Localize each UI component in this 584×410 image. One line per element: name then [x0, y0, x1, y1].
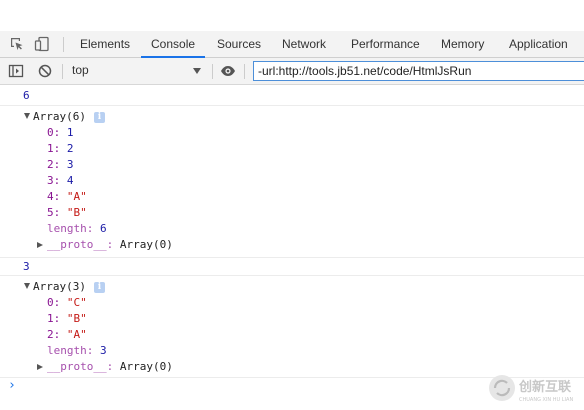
proto-row[interactable]: __proto__: Array(0): [37, 359, 173, 375]
array-length: length: 3: [47, 343, 107, 359]
log-value: 3: [23, 260, 30, 273]
tab-memory[interactable]: Memory: [441, 31, 484, 57]
array-item: 4: "A": [47, 189, 87, 205]
log-value: 6: [23, 89, 30, 102]
length-value: 3: [99, 344, 107, 357]
length-key: length:: [47, 344, 94, 357]
toolbar-divider: [62, 64, 63, 79]
array-item: 1: "B": [47, 311, 87, 327]
tab-application[interactable]: Application: [509, 31, 568, 57]
item-value: 3: [66, 158, 74, 171]
array-summary[interactable]: Array(6) i: [24, 109, 105, 125]
tab-performance[interactable]: Performance: [351, 31, 420, 57]
proto-key: __proto__:: [47, 360, 114, 373]
console-message: 3: [0, 258, 584, 276]
item-value: 1: [66, 126, 74, 139]
array-item: 2: 3: [47, 157, 74, 173]
tab-sources[interactable]: Sources: [217, 31, 261, 57]
console-prompt[interactable]: ›: [8, 378, 16, 393]
info-icon[interactable]: i: [93, 112, 105, 123]
filter-input[interactable]: -url:http://tools.jb51.net/code/HtmlJsRu…: [253, 61, 584, 81]
array-item: 2: "A": [47, 327, 87, 343]
item-key: 4:: [47, 190, 61, 203]
chevron-down-icon[interactable]: [193, 68, 201, 74]
watermark-brand: 创新互联: [518, 379, 571, 395]
console-message: Array(3) i 0: "C" 1: "B" 2: "A" length: 3…: [0, 276, 584, 378]
item-value: "A": [66, 328, 87, 341]
array-item: 0: 1: [47, 125, 74, 141]
device-toolbar-icon[interactable]: [34, 36, 50, 52]
array-item: 3: 4: [47, 173, 74, 189]
item-value: "B": [66, 312, 87, 325]
devtools-tabbar: Elements Console Sources Network Perform…: [0, 31, 584, 58]
item-key: 5:: [47, 206, 61, 219]
toolbar-divider: [212, 64, 213, 79]
eye-icon[interactable]: [220, 63, 236, 79]
array-item: 0: "C": [47, 295, 87, 311]
tab-elements[interactable]: Elements: [80, 31, 130, 57]
toolbar-divider: [244, 64, 245, 79]
proto-value: Array(0): [119, 238, 173, 251]
toolbar-divider: [63, 37, 64, 52]
expand-arrow-icon[interactable]: [37, 364, 43, 370]
tab-console[interactable]: Console: [140, 31, 206, 58]
item-value: "A": [66, 190, 87, 203]
tab-network[interactable]: Network: [282, 31, 326, 57]
item-value: "B": [66, 206, 87, 219]
array-length: length: 6: [47, 221, 107, 237]
console-message: 6: [0, 86, 584, 106]
item-key: 1:: [47, 142, 61, 155]
console-output: 6 Array(6) i 0: 1 1: 2 2: 3 3: 4 4: "A" 5…: [0, 86, 584, 410]
item-key: 2:: [47, 328, 61, 341]
console-toolbar: top -url:http://tools.jb51.net/code/Html…: [0, 58, 584, 85]
info-icon[interactable]: i: [93, 282, 105, 293]
length-value: 6: [99, 222, 107, 235]
item-value: 2: [66, 142, 74, 155]
array-label: Array(3): [33, 280, 86, 293]
item-key: 2:: [47, 158, 61, 171]
watermark-sub: CHUANG XIN HU LIAN: [519, 397, 573, 403]
expand-arrow-icon[interactable]: [24, 283, 30, 289]
expand-arrow-icon[interactable]: [37, 242, 43, 248]
blank-header: [0, 0, 584, 31]
item-value: "C": [66, 296, 87, 309]
expand-arrow-icon[interactable]: [24, 113, 30, 119]
watermark-logo: 创新互联 CHUANG XIN HU LIAN: [486, 370, 584, 406]
proto-key: __proto__:: [47, 238, 114, 251]
array-item: 1: 2: [47, 141, 74, 157]
console-message: Array(6) i 0: 1 1: 2 2: 3 3: 4 4: "A" 5: …: [0, 106, 584, 258]
item-key: 1:: [47, 312, 61, 325]
array-item: 5: "B": [47, 205, 87, 221]
array-summary[interactable]: Array(3) i: [24, 279, 105, 295]
clear-console-icon[interactable]: [37, 63, 53, 79]
item-value: 4: [66, 174, 74, 187]
proto-value: Array(0): [119, 360, 173, 373]
item-key: 0:: [47, 296, 61, 309]
array-label: Array(6): [33, 110, 86, 123]
item-key: 0:: [47, 126, 61, 139]
context-selector[interactable]: top: [72, 63, 89, 77]
sidebar-toggle-icon[interactable]: [8, 63, 24, 79]
inspect-icon[interactable]: [9, 36, 25, 52]
proto-row[interactable]: __proto__: Array(0): [37, 237, 173, 253]
length-key: length:: [47, 222, 94, 235]
item-key: 3:: [47, 174, 61, 187]
